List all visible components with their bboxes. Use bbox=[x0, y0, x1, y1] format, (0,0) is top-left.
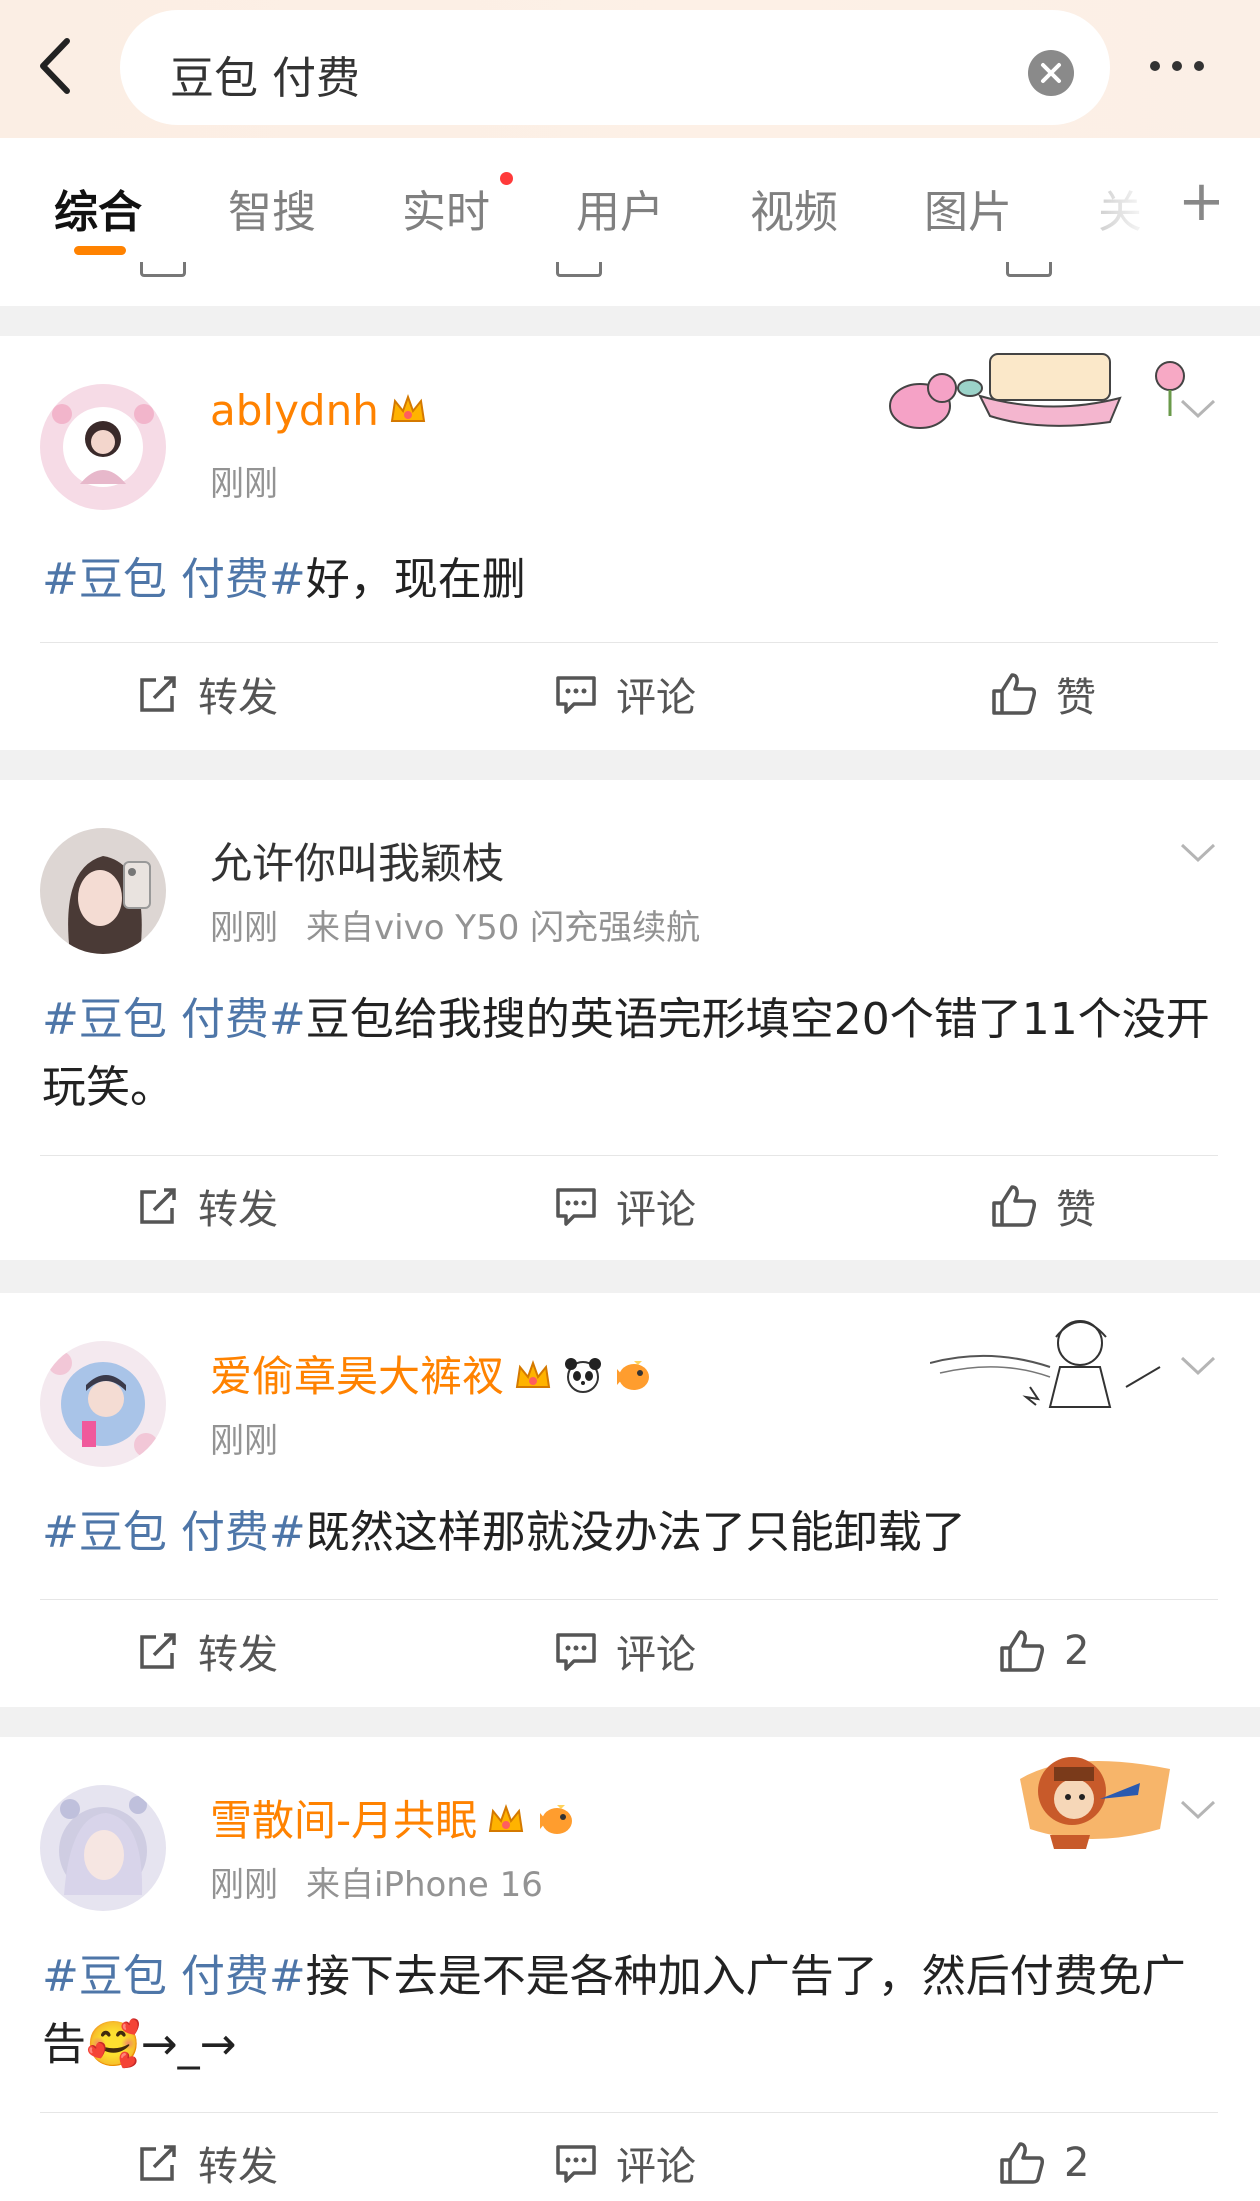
repost-button[interactable]: 转发 bbox=[136, 664, 278, 724]
clear-search-button[interactable] bbox=[1028, 50, 1074, 96]
more-dot-icon bbox=[1150, 61, 1160, 71]
hashtag-link[interactable]: #豆包 付费# bbox=[42, 1951, 306, 2002]
avatar[interactable] bbox=[40, 384, 166, 510]
hashtag-link[interactable]: #豆包 付费# bbox=[42, 1507, 306, 1558]
crown-badge-icon bbox=[515, 1360, 551, 1388]
tab-smart-search[interactable]: 智搜 bbox=[228, 176, 316, 240]
thumbs-up-icon bbox=[992, 1185, 1036, 1227]
username[interactable]: 雪散间-月共眠 bbox=[210, 1787, 577, 1848]
repost-icon bbox=[140, 1633, 176, 1669]
post-content: #豆包 付费#好，现在删 bbox=[42, 546, 1222, 614]
post-card[interactable]: ablydnh 刚刚 #豆包 付费#好，现在删 转发 评论 赞 bbox=[0, 336, 1260, 750]
crown-badge-icon bbox=[488, 1804, 524, 1832]
like-button[interactable]: 2 bbox=[998, 1621, 1089, 1681]
tab-comprehensive[interactable]: 综合 bbox=[54, 176, 142, 240]
repost-button[interactable]: 转发 bbox=[136, 1176, 278, 1236]
comment-icon bbox=[556, 676, 596, 714]
username[interactable]: 爱偷章昊大裤衩 bbox=[210, 1343, 654, 1404]
anime-girl-sticker-icon bbox=[930, 1320, 1161, 1408]
comment-icon bbox=[556, 262, 602, 277]
chevron-down-icon[interactable] bbox=[1180, 1799, 1216, 1821]
post-card[interactable]: 爱偷章昊大裤衩 刚刚 #豆包 付费#既然这样那就没办法了只能卸载了 转发 评论 … bbox=[0, 1293, 1260, 1707]
avatar[interactable] bbox=[40, 1341, 166, 1467]
comment-icon bbox=[556, 1188, 596, 1226]
hashtag-link[interactable]: #豆包 付费# bbox=[42, 994, 306, 1045]
comment-icon bbox=[556, 1633, 596, 1671]
search-header: 豆包 付费 bbox=[0, 0, 1260, 138]
like-button[interactable]: 赞 bbox=[990, 1176, 1096, 1236]
post-card[interactable]: 允许你叫我颖枝 刚刚 来自vivo Y50 闪充强续航 #豆包 付费#豆包给我搜的… bbox=[0, 780, 1260, 1260]
more-menu-button[interactable] bbox=[1150, 56, 1230, 76]
chevron-down-icon[interactable] bbox=[1180, 398, 1216, 420]
chevron-left-icon bbox=[40, 38, 70, 94]
thumbs-up-icon bbox=[1000, 1630, 1044, 1672]
comment-button[interactable]: 评论 bbox=[554, 1621, 696, 1681]
fish-badge-icon bbox=[617, 1361, 650, 1390]
previous-post-actions bbox=[0, 262, 1260, 306]
post-content: #豆包 付费#既然这样那就没办法了只能卸载了 bbox=[42, 1499, 1222, 1567]
like-button[interactable]: 2 bbox=[998, 2133, 1089, 2193]
fish-badge-icon bbox=[540, 1805, 573, 1834]
cartoon-character-sticker-icon bbox=[1020, 1757, 1170, 1849]
hashtag-link[interactable]: #豆包 付费# bbox=[42, 554, 306, 605]
crown-badge-icon bbox=[390, 394, 425, 422]
repost-button[interactable]: 转发 bbox=[136, 2133, 278, 2193]
post-source: 来自iPhone 16 bbox=[306, 1865, 543, 1905]
like-icon bbox=[1006, 262, 1052, 277]
comment-button[interactable]: 评论 bbox=[554, 664, 696, 724]
post-content: #豆包 付费#接下去是不是各种加入广告了，然后付费免广告🥰→_→ bbox=[42, 1943, 1222, 2079]
post-meta: 刚刚 来自vivo Y50 闪充强续航 bbox=[210, 900, 700, 949]
avatar[interactable] bbox=[40, 1785, 166, 1911]
like-button[interactable]: 赞 bbox=[990, 664, 1096, 724]
post-time: 刚刚 bbox=[210, 1865, 278, 1905]
like-count: 2 bbox=[1064, 1628, 1090, 1674]
post-meta: 刚刚 来自iPhone 16 bbox=[210, 1857, 543, 1906]
repost-icon bbox=[140, 676, 176, 712]
post-text: 好，现在删 bbox=[305, 554, 526, 605]
repost-button[interactable]: 转发 bbox=[136, 1621, 278, 1681]
plus-icon: + bbox=[1178, 169, 1225, 234]
search-input[interactable]: 豆包 付费 bbox=[170, 42, 360, 106]
more-dot-icon bbox=[1194, 61, 1204, 71]
close-icon bbox=[1041, 63, 1061, 83]
tab-users[interactable]: 用户 bbox=[576, 176, 664, 240]
search-bar[interactable]: 豆包 付费 bbox=[120, 10, 1110, 125]
post-time: 刚刚 bbox=[210, 1421, 278, 1461]
post-text: 既然这样那就没办法了只能卸载了 bbox=[305, 1507, 966, 1558]
thumbs-up-icon bbox=[992, 673, 1036, 715]
post-source: 来自vivo Y50 闪充强续航 bbox=[306, 908, 701, 948]
add-tab-button[interactable]: + bbox=[1178, 174, 1225, 230]
panda-badge-icon bbox=[565, 1358, 602, 1393]
repost-icon bbox=[140, 262, 186, 277]
active-tab-indicator bbox=[74, 246, 126, 255]
cat-sticker-icon bbox=[889, 353, 1185, 429]
chevron-down-icon[interactable] bbox=[1180, 1355, 1216, 1377]
post-time: 刚刚 bbox=[210, 908, 278, 948]
post-card[interactable]: 雪散间-月共眠 刚刚 来自iPhone 16 #豆包 付费#接下去是不是各种加入广… bbox=[0, 1737, 1260, 2201]
tab-realtime[interactable]: 实时 bbox=[402, 176, 490, 240]
comment-icon bbox=[556, 2145, 596, 2183]
avatar[interactable] bbox=[40, 828, 166, 954]
repost-icon bbox=[140, 2145, 176, 2181]
tab-images[interactable]: 图片 bbox=[924, 176, 1012, 240]
chevron-down-icon[interactable] bbox=[1180, 842, 1216, 864]
username[interactable]: ablydnh bbox=[210, 386, 429, 435]
comment-button[interactable]: 评论 bbox=[554, 1176, 696, 1236]
new-content-dot bbox=[500, 172, 513, 185]
post-meta: 刚刚 bbox=[210, 456, 278, 505]
post-meta: 刚刚 bbox=[210, 1413, 278, 1462]
more-dot-icon bbox=[1172, 61, 1182, 71]
post-time: 刚刚 bbox=[210, 464, 278, 504]
repost-icon bbox=[140, 1188, 176, 1224]
tab-videos[interactable]: 视频 bbox=[750, 176, 838, 240]
username[interactable]: 允许你叫我颖枝 bbox=[210, 830, 504, 891]
thumbs-up-icon bbox=[1000, 2142, 1044, 2184]
comment-button[interactable]: 评论 bbox=[554, 2133, 696, 2193]
search-tabs: 综合 智搜 实时 用户 视频 图片 关 + bbox=[0, 138, 1260, 263]
post-content: #豆包 付费#豆包给我搜的英语完形填空20个错了11个没开玩笑。 bbox=[42, 986, 1222, 1122]
like-count: 2 bbox=[1064, 2140, 1090, 2186]
back-button[interactable] bbox=[30, 36, 78, 96]
